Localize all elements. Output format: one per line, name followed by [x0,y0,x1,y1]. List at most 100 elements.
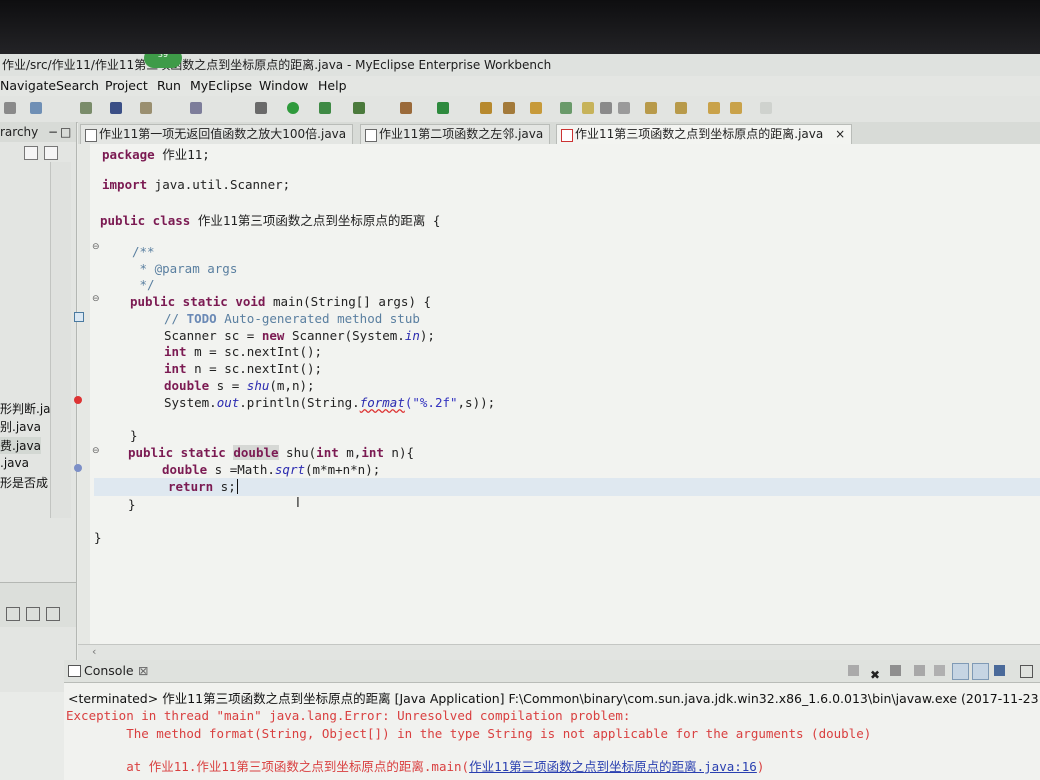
java-file-icon [85,129,97,142]
hide-fields-icon[interactable] [46,607,60,621]
window-title: 作业/src/作业11/作业11第三项函数之点到坐标原点的距离.java - M… [2,58,552,72]
console-terminated-line: <terminated> 作业11第三项函数之点到坐标原点的距离 [Java A… [68,691,1040,706]
error-marker-icon[interactable] [74,396,82,404]
sort-icon[interactable] [6,607,20,621]
console-close-icon[interactable]: ⊠ [138,660,148,682]
tree-item[interactable]: 形是否成 [0,474,48,491]
menu-bar: Navigate Search Project Run MyEclipse Wi… [0,76,1040,96]
prev-annotation-icon[interactable] [675,102,687,114]
collapse-all-icon[interactable] [24,146,38,160]
editor-gutter [78,144,90,644]
open-console-icon[interactable] [994,665,1005,676]
outline-panel-header [0,582,76,627]
run-icon[interactable] [287,102,299,114]
menu-window[interactable]: Window [259,78,308,93]
menu-project[interactable]: Project [105,78,148,93]
open-folder-icon[interactable] [480,102,492,114]
code-line-1: package 作业11; [102,147,210,162]
new-icon[interactable] [4,102,16,114]
menu-myeclipse[interactable]: MyEclipse [190,78,252,93]
task-marker-icon[interactable] [74,312,84,322]
menu-run[interactable]: Run [157,78,181,93]
code-line-24: } [94,530,102,545]
scroll-left-icon[interactable]: ‹ [92,645,96,658]
maximize-icon[interactable]: □ [60,122,71,142]
next-annotation-icon[interactable] [645,102,657,114]
fold-icon[interactable]: ⊖ [92,446,100,456]
word-wrap-icon[interactable] [934,665,945,676]
forward-icon[interactable] [730,102,742,114]
tab-file-1[interactable]: 作业11第一项无返回值函数之放大100倍.java [80,124,354,144]
stacktrace-link[interactable]: 作业11第三项函数之点到坐标原点的距离.java:16 [469,759,757,774]
code-line-14: int n = sc.nextInt(); [164,361,323,376]
server-icon[interactable] [80,102,92,114]
java-file-error-icon [561,129,573,142]
wizard-icon[interactable] [190,102,202,114]
back-icon[interactable] [708,102,720,114]
tree-item-selected[interactable]: 费.java [0,437,41,454]
hierarchy-scrollbar[interactable] [50,162,71,518]
block-icon[interactable] [600,102,612,114]
menu-help[interactable]: Help [318,78,347,93]
link-editor-icon[interactable] [44,146,58,160]
console-error-line: The method format(String, Object[]) in t… [66,726,872,741]
close-tab-icon[interactable]: × [835,127,845,141]
scroll-lock-icon[interactable] [914,665,925,676]
code-line-8: * @param args [132,261,238,276]
console-tab-label[interactable]: Console [84,660,134,682]
minimize-icon[interactable]: − [48,122,58,142]
tab-label: 作业11第一项无返回值函数之放大100倍.java [99,127,347,141]
coverage-icon[interactable] [353,102,365,114]
disabled-nav-icon[interactable] [760,102,772,114]
tab-file-3-active[interactable]: 作业11第三项函数之点到坐标原点的距离.java × [556,124,853,144]
console-panel: Console ⊠ ✖ <terminated> 作业11第三项函数之点到坐标原… [64,660,1040,780]
pin-console-icon[interactable] [952,663,969,680]
console-maximize-icon[interactable] [1020,665,1033,678]
occurrence-marker-icon[interactable] [74,464,82,472]
new-class-icon[interactable] [400,102,412,114]
tree-item[interactable]: 别.java [0,418,41,435]
monitor-bezel [0,0,1040,54]
debug-icon[interactable] [255,102,267,114]
tab-label: 作业11第三项函数之点到坐标原点的距离.java [575,127,824,141]
run-external-icon[interactable] [319,102,331,114]
hierarchy-panel-title: rarchy [0,125,39,139]
console-error-line: Exception in thread "main" java.lang.Err… [66,708,631,723]
pen-icon[interactable] [503,102,515,114]
fold-icon[interactable]: ⊖ [92,242,100,252]
window-title-bar: 作业/src/作业11/作业11第三项函数之点到坐标原点的距离.java - M… [0,54,1040,76]
deploy-icon[interactable] [110,102,122,114]
notification-badge: 39 [144,54,182,68]
new-interface-icon[interactable] [437,102,449,114]
console-remove-icon[interactable] [848,665,859,676]
tree-item[interactable]: 形判断.ja [0,400,51,417]
main-toolbar [0,96,1040,123]
filter-icon[interactable] [26,607,40,621]
open-type-icon[interactable] [530,102,542,114]
java-file-icon [365,129,377,142]
tab-file-2[interactable]: 作业11第二项函数之左邻.java [360,124,551,144]
code-line-5: public class 作业11第三项函数之点到坐标原点的距离 { [100,213,441,228]
console-remove-all-icon[interactable]: ✖ [870,664,880,686]
code-line-11: // TODO Auto-generated method stub [164,311,420,326]
code-editor[interactable]: package 作业11; import java.util.Scanner; … [74,144,1040,644]
code-line-21: return s; [168,479,238,494]
display-console-icon[interactable] [972,663,989,680]
code-line-10: public static void main(String[] args) { [130,294,432,309]
console-clear-icon[interactable] [890,665,901,676]
text-cursor-icon: I [296,496,300,511]
menu-navigate[interactable]: Navigate [0,78,56,93]
tab-label: 作业11第二项函数之左邻.java [379,127,544,141]
mark-icon[interactable] [582,102,594,114]
annotation-icon[interactable] [560,102,572,114]
package-icon[interactable] [140,102,152,114]
code-line-20: double s =Math.sqrt(m*m+n*n); [162,462,381,477]
fold-icon[interactable]: ⊖ [92,294,100,304]
editor-horizontal-scrollbar[interactable]: ‹ [78,644,1040,661]
save-icon[interactable] [30,102,42,114]
code-line-13: int m = sc.nextInt(); [164,344,323,359]
tree-item[interactable]: .java [0,456,29,470]
paragraph-icon[interactable] [618,102,630,114]
menu-search[interactable]: Search [56,78,99,93]
code-line-22: } [128,497,136,512]
